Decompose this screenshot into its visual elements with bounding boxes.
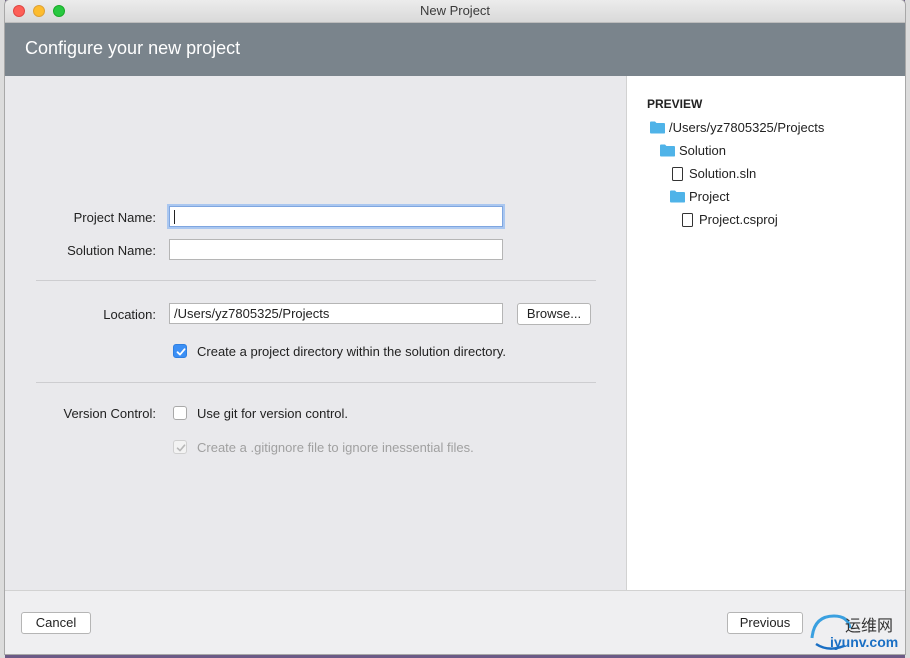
title-bar: New Project: [5, 0, 905, 23]
create-directory-label[interactable]: Create a project directory within the so…: [197, 344, 506, 359]
watermark-url: iyunv.com: [830, 634, 899, 650]
cancel-button[interactable]: Cancel: [21, 612, 91, 634]
folder-icon: [650, 121, 665, 134]
close-window-button[interactable]: [13, 5, 25, 17]
use-git-label[interactable]: Use git for version control.: [197, 406, 348, 421]
file-icon: [682, 213, 693, 227]
solution-name-input[interactable]: [169, 239, 503, 260]
section-divider-1: [36, 280, 596, 281]
preview-title: PREVIEW: [647, 97, 703, 111]
folder-icon: [660, 144, 675, 157]
checkmark-icon: [176, 444, 186, 452]
file-icon: [672, 167, 683, 181]
preview-pane: PREVIEW /Users/yz7805325/Projects Soluti…: [626, 76, 905, 590]
dialog-footer: Cancel Previous: [5, 590, 905, 654]
folder-icon: [670, 190, 685, 203]
section-divider-2: [36, 382, 596, 383]
location-input[interactable]: [169, 303, 503, 324]
tree-item-label: Project: [689, 189, 730, 204]
project-name-label: Project Name:: [73, 210, 156, 225]
project-form: Project Name: Solution Name: Location: B…: [5, 76, 626, 590]
text-caret: [174, 210, 175, 224]
previous-button[interactable]: Previous: [727, 612, 803, 634]
location-label: Location:: [103, 307, 156, 322]
version-control-label: Version Control:: [63, 406, 157, 421]
page-title: Configure your new project: [25, 38, 241, 58]
dialog-header: Configure your new project: [5, 23, 905, 76]
zoom-window-button[interactable]: [53, 5, 65, 17]
tree-item-label: /Users/yz7805325/Projects: [669, 120, 825, 135]
minimize-window-button[interactable]: [33, 5, 45, 17]
watermark-text: 运维网: [845, 616, 894, 635]
browse-button[interactable]: Browse...: [517, 303, 591, 325]
new-project-window: New Project Configure your new project P…: [5, 0, 905, 654]
tree-item-label: Solution.sln: [689, 166, 757, 181]
gitignore-label: Create a .gitignore file to ignore iness…: [197, 440, 474, 455]
solution-name-label: Solution Name:: [67, 243, 156, 258]
tree-item-label: Project.csproj: [699, 212, 778, 227]
project-name-input[interactable]: [169, 206, 503, 227]
use-git-checkbox[interactable]: [173, 406, 187, 420]
tree-item-label: Solution: [679, 143, 726, 158]
gitignore-checkbox: [173, 440, 187, 454]
checkmark-icon: [176, 348, 186, 356]
desktop-background-right: [905, 0, 910, 658]
window-title: New Project: [419, 3, 491, 18]
create-directory-checkbox[interactable]: [173, 344, 187, 358]
